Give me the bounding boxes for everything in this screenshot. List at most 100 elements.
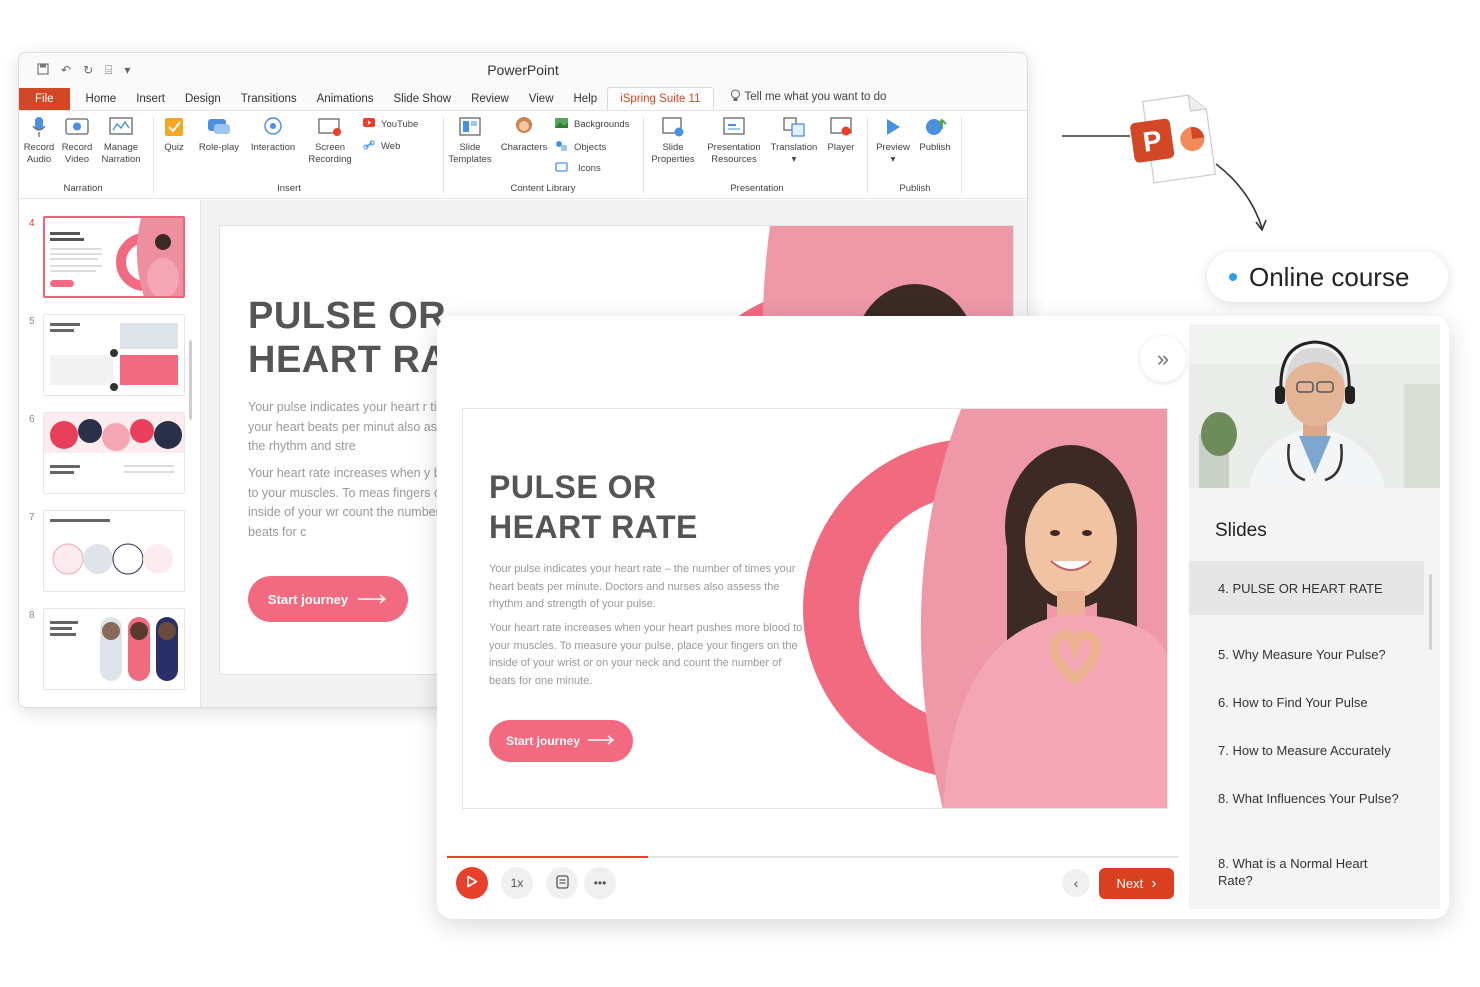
playback-speed-button[interactable]: 1x xyxy=(501,867,533,899)
objects-label: Objects xyxy=(574,141,607,153)
play-button[interactable] xyxy=(456,867,488,899)
web-button[interactable]: Web xyxy=(363,140,400,153)
publish-globe-icon xyxy=(922,115,948,139)
quiz-icon xyxy=(161,115,187,139)
presentation-resources-button[interactable]: Presentation Resources xyxy=(703,111,765,166)
editor-start-journey-label: Start journey xyxy=(267,591,349,607)
record-audio-button[interactable]: Record Audio xyxy=(21,111,57,166)
record-audio-label-1: Record xyxy=(23,142,55,153)
arrow-right-icon xyxy=(588,734,616,748)
youtube-label: YouTube xyxy=(381,118,419,130)
previous-slide-button[interactable]: ‹ xyxy=(1062,869,1090,897)
status-dot xyxy=(1229,273,1237,281)
tab-home[interactable]: Home xyxy=(76,93,127,110)
lightbulb-icon xyxy=(730,89,741,105)
ribbon-separator xyxy=(443,117,444,193)
slide-templates-button[interactable]: Slide Templates xyxy=(447,111,493,166)
slide-list-item[interactable]: 8. What is a Normal Heart Rate? xyxy=(1189,855,1404,889)
player-label: Player xyxy=(827,142,855,153)
tab-slide-show[interactable]: Slide Show xyxy=(384,93,462,110)
record-video-button[interactable]: Record Video xyxy=(59,111,95,166)
tab-insert[interactable]: Insert xyxy=(126,93,175,110)
publish-button[interactable]: Publish xyxy=(915,111,955,154)
youtube-icon xyxy=(363,118,375,130)
preview-button[interactable]: Preview ▾ xyxy=(873,111,913,166)
slide-properties-label-2: Properties xyxy=(651,154,695,165)
youtube-button[interactable]: YouTube xyxy=(363,118,418,130)
ribbon-separator xyxy=(867,117,868,193)
slide-thumbnail[interactable]: 8 xyxy=(19,606,201,694)
tab-design[interactable]: Design xyxy=(175,93,231,110)
slide-list-item[interactable]: 7. How to Measure Accurately xyxy=(1189,742,1424,759)
group-content-library-label: Content Library xyxy=(510,183,576,194)
slide-list-item[interactable]: 6. How to Find Your Pulse xyxy=(1189,694,1424,711)
microphone-icon xyxy=(26,115,52,139)
player-slide[interactable]: PULSE OR HEART RATE Your pulse indicates… xyxy=(462,408,1168,809)
interaction-button[interactable]: Interaction xyxy=(245,111,301,154)
slide-list-item[interactable]: 8. What Influences Your Pulse? xyxy=(1189,790,1404,807)
screen-recording-button[interactable]: Screen Recording xyxy=(305,111,355,166)
playback-progress-fill xyxy=(447,856,649,858)
slide-thumbnail[interactable]: 7 xyxy=(19,508,201,596)
thumbnail-number: 8 xyxy=(29,610,35,621)
tab-help[interactable]: Help xyxy=(564,93,608,110)
character-icon xyxy=(511,115,537,139)
chevron-right-icon: › xyxy=(1151,874,1157,892)
translation-label: Translation xyxy=(770,142,818,153)
slide-list-item[interactable]: 4. PULSE OR HEART RATE xyxy=(1189,561,1424,615)
double-chevron-right-icon: » xyxy=(1156,346,1170,371)
group-narration-label: Narration xyxy=(63,183,103,194)
interaction-icon xyxy=(260,115,286,139)
objects-button[interactable]: Objects xyxy=(555,140,606,154)
manage-narration-button[interactable]: Manage Narration xyxy=(99,111,143,166)
tab-animations[interactable]: Animations xyxy=(307,93,384,110)
role-play-button[interactable]: Role-play xyxy=(195,111,243,154)
title-bar: ↶ ↻ ⌸ ▾ PowerPoint xyxy=(19,53,1027,87)
quiz-button[interactable]: Quiz xyxy=(157,111,191,154)
tab-transitions[interactable]: Transitions xyxy=(231,93,307,110)
editor-title-line-1: PULSE OR xyxy=(248,295,447,337)
tab-view[interactable]: View xyxy=(519,93,564,110)
tab-file[interactable]: File xyxy=(19,88,70,110)
collapse-sidebar-button[interactable]: » xyxy=(1140,336,1186,382)
web-label: Web xyxy=(381,141,401,152)
notes-button[interactable] xyxy=(546,867,578,899)
icons-icon xyxy=(555,162,568,175)
presenter-video[interactable] xyxy=(1189,324,1440,488)
next-slide-button[interactable]: Next › xyxy=(1099,868,1174,899)
slide-properties-icon xyxy=(660,115,686,139)
record-video-label-1: Record xyxy=(61,142,93,153)
tell-me-search[interactable]: Tell me what you want to do xyxy=(720,89,897,110)
slide-thumbnail[interactable]: 5 xyxy=(19,312,201,400)
icons-button[interactable]: Icons xyxy=(555,162,601,175)
player-button[interactable]: Player xyxy=(823,111,859,154)
slide-properties-button[interactable]: Slide Properties xyxy=(649,111,697,166)
slide-thumbnail[interactable]: 4 xyxy=(19,214,201,302)
interaction-label: Interaction xyxy=(250,142,296,153)
playback-progress-bar[interactable] xyxy=(447,856,1179,858)
translation-button[interactable]: Translation ▾ xyxy=(769,111,819,166)
more-options-button[interactable]: ••• xyxy=(584,867,616,899)
notes-icon xyxy=(555,874,569,892)
thumbnail-preview xyxy=(43,216,185,298)
slide-list-item-label: 5. Why Measure Your Pulse? xyxy=(1218,647,1386,662)
tab-review[interactable]: Review xyxy=(461,93,519,110)
slide-thumbnail[interactable]: 6 xyxy=(19,410,201,498)
slide-list-item[interactable]: 5. Why Measure Your Pulse? xyxy=(1189,646,1424,663)
ribbon-separator xyxy=(153,117,154,193)
player-sidebar: Slides 4. PULSE OR HEART RATE 5. Why Mea… xyxy=(1189,324,1440,909)
thumbnail-number: 6 xyxy=(29,414,35,425)
manage-narration-label-1: Manage xyxy=(103,142,139,153)
thumbnails-scrollbar[interactable] xyxy=(189,340,192,420)
play-icon xyxy=(466,875,478,891)
slide-list-item-label: 7. How to Measure Accurately xyxy=(1218,743,1391,758)
slides-list-scrollbar[interactable] xyxy=(1429,574,1432,650)
backgrounds-button[interactable]: Backgrounds xyxy=(555,118,629,131)
chevron-down-icon: ▾ xyxy=(890,154,896,165)
role-play-label: Role-play xyxy=(198,142,240,153)
translation-icon xyxy=(781,115,807,139)
tab-ispring-suite[interactable]: iSpring Suite 11 xyxy=(607,87,714,110)
start-journey-button[interactable]: Start journey xyxy=(489,720,633,762)
webcam-icon xyxy=(64,115,90,139)
characters-button[interactable]: Characters xyxy=(497,111,551,154)
